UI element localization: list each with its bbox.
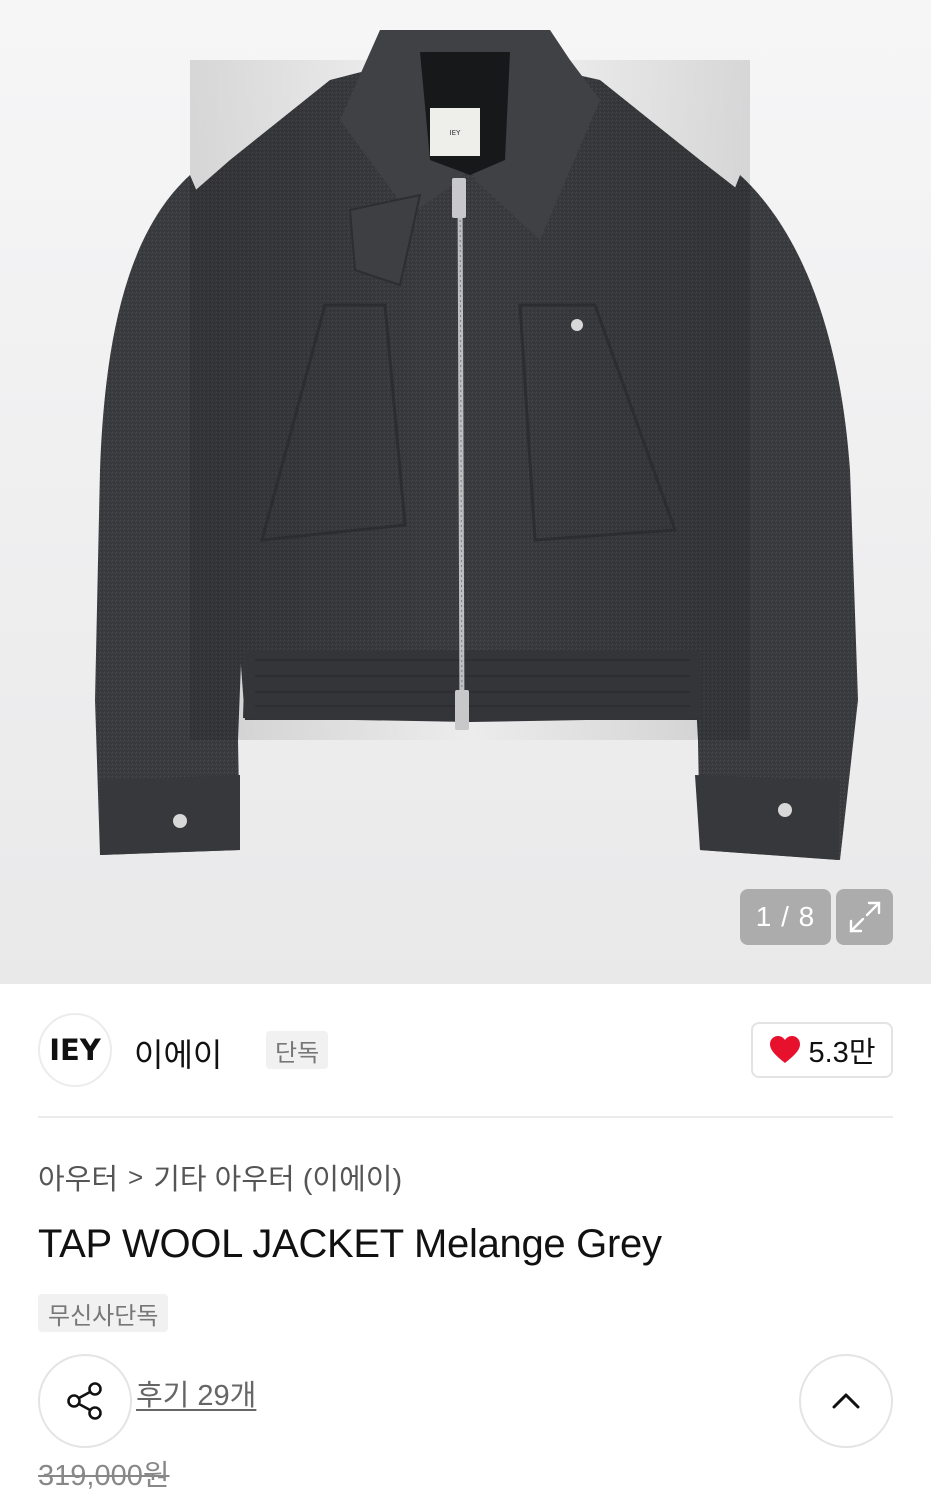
reviews-link[interactable]: 후기 29개 [136, 1372, 256, 1414]
brand-name[interactable]: 이에이 [134, 1030, 222, 1076]
breadcrumb-subcategory[interactable]: 기타 아우터 (이에이) [153, 1156, 402, 1198]
exclusive-badge: 무신사단독 [38, 1294, 169, 1332]
breadcrumb: 아우터 > 기타 아우터 (이에이) [38, 1156, 402, 1198]
brand-exclusive-badge: 단독 [266, 1031, 329, 1069]
expand-button[interactable] [836, 889, 893, 945]
expand-icon [849, 901, 880, 933]
product-title: TAP WOOL JACKET Melange Grey [38, 1222, 662, 1266]
image-counter: 1 / 8 [740, 889, 831, 945]
share-icon [67, 1382, 102, 1420]
breadcrumb-category[interactable]: 아우터 [38, 1156, 118, 1198]
scroll-top-button[interactable] [799, 1354, 893, 1448]
jacket-label: IEY [450, 129, 461, 137]
original-price: 319,000원 [38, 1460, 170, 1492]
chevron-right-icon: > [128, 1161, 144, 1192]
brand-logo[interactable]: IEY [38, 1013, 112, 1087]
chevron-up-icon [832, 1393, 860, 1409]
divider [38, 1116, 893, 1118]
brand-row: IEY 이에이 단독 5.3만 [38, 1013, 893, 1087]
like-count: 5.3만 [808, 1037, 876, 1069]
product-image[interactable]: IEY [0, 0, 931, 984]
heart-icon [769, 1036, 800, 1063]
product-image-gallery[interactable]: IEY 1 / 8 [0, 0, 931, 984]
share-button[interactable] [38, 1354, 132, 1448]
like-button[interactable]: 5.3만 [751, 1022, 893, 1078]
